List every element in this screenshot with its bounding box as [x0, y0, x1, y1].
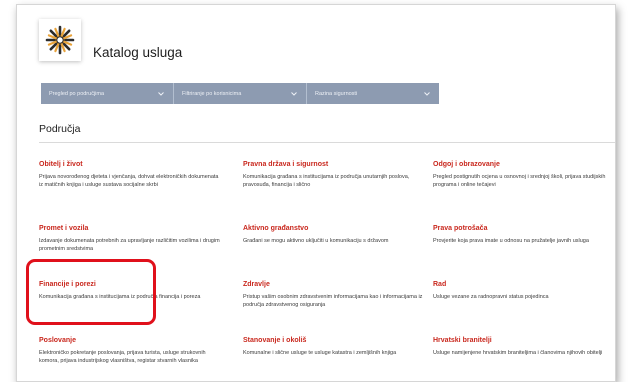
- category-description: Komunalne i slične usluge te usluge kata…: [243, 350, 397, 356]
- page-title: Katalog usluga: [93, 45, 183, 60]
- category-description: Pregled postignutih ocjena u osnovnoj i …: [433, 174, 606, 188]
- category-transport-and-vehicles[interactable]: Promet i vozila Izdavanje dokumenata pot…: [39, 224, 221, 253]
- category-description: Provjerite koja prava imate u odnosu na …: [433, 238, 589, 244]
- category-title-link[interactable]: Obitelj i život: [39, 160, 221, 169]
- category-title-link[interactable]: Poslovanje: [39, 336, 221, 345]
- category-description: Elektroničko pokretanje poslovanja, prij…: [39, 350, 206, 364]
- filter-bar: Pregled po područjima Filtriranje po kor…: [41, 83, 439, 104]
- category-legal-state-and-security[interactable]: Pravna država i sigurnost Komunikacija g…: [243, 160, 425, 189]
- category-description: Građani se mogu aktivno uključiti u komu…: [243, 238, 389, 244]
- gov-star-logo-icon: [45, 25, 75, 55]
- filter-by-user-dropdown[interactable]: Filtriranje po korisnicima: [174, 83, 307, 104]
- category-family-and-life[interactable]: Obitelj i život Prijava novorođenog djet…: [39, 160, 221, 189]
- browser-screenshot-frame: Katalog usluga Pregled po područjima Fil…: [16, 4, 616, 382]
- filter-by-security-level-dropdown[interactable]: Razina sigurnosti: [307, 83, 439, 104]
- category-finance-and-taxes[interactable]: Financije i porezi Komunikacija građana …: [39, 280, 221, 302]
- category-active-citizenship[interactable]: Aktivno građanstvo Građani se mogu aktiv…: [243, 224, 425, 246]
- category-title-link[interactable]: Pravna država i sigurnost: [243, 160, 425, 169]
- category-title-link[interactable]: Prava potrošača: [433, 224, 615, 233]
- filter-label: Pregled po područjima: [49, 90, 105, 97]
- category-description: Prijava novorođenog djeteta i vjenčanja,…: [39, 174, 219, 188]
- category-consumer-rights[interactable]: Prava potrošača Provjerite koja prava im…: [433, 224, 615, 246]
- category-title-link[interactable]: Zdravlje: [243, 280, 425, 289]
- category-croatian-veterans[interactable]: Hrvatski branitelji Usluge namijenjene h…: [433, 336, 615, 358]
- category-description: Komunikacija građana s institucijama iz …: [243, 174, 410, 188]
- category-title-link[interactable]: Rad: [433, 280, 615, 289]
- category-work[interactable]: Rad Usluge vezane za radnopravni status …: [433, 280, 615, 302]
- category-description: Izdavanje dokumenata potrebnih za upravl…: [39, 238, 220, 252]
- category-description: Komunikacija građana s institucijama iz …: [39, 294, 201, 300]
- filter-label: Razina sigurnosti: [315, 90, 358, 97]
- category-health[interactable]: Zdravlje Pristup vašim osobnim zdravstve…: [243, 280, 425, 309]
- category-title-link[interactable]: Aktivno građanstvo: [243, 224, 425, 233]
- section-heading: Područja: [39, 123, 81, 135]
- chevron-down-icon: [291, 91, 297, 96]
- filter-by-area-dropdown[interactable]: Pregled po područjima: [41, 83, 174, 104]
- category-title-link[interactable]: Odgoj i obrazovanje: [433, 160, 615, 169]
- chevron-down-icon: [158, 91, 164, 96]
- category-education[interactable]: Odgoj i obrazovanje Pregled postignutih …: [433, 160, 615, 189]
- category-title-link[interactable]: Financije i porezi: [39, 280, 221, 289]
- filter-label: Filtriranje po korisnicima: [182, 90, 242, 97]
- category-title-link[interactable]: Promet i vozila: [39, 224, 221, 233]
- chevron-down-icon: [424, 91, 430, 96]
- category-title-link[interactable]: Hrvatski branitelji: [433, 336, 615, 345]
- category-business[interactable]: Poslovanje Elektroničko pokretanje poslo…: [39, 336, 221, 365]
- category-description: Usluge namijenjene hrvatskim braniteljim…: [433, 350, 603, 356]
- category-housing-and-environment[interactable]: Stanovanje i okoliš Komunalne i slične u…: [243, 336, 425, 358]
- section-divider: [39, 142, 615, 143]
- category-title-link[interactable]: Stanovanje i okoliš: [243, 336, 425, 345]
- site-logo[interactable]: [39, 19, 81, 61]
- category-description: Usluge vezane za radnopravni status poje…: [433, 294, 549, 300]
- category-description: Pristup vašim osobnim zdravstvenim infor…: [243, 294, 423, 308]
